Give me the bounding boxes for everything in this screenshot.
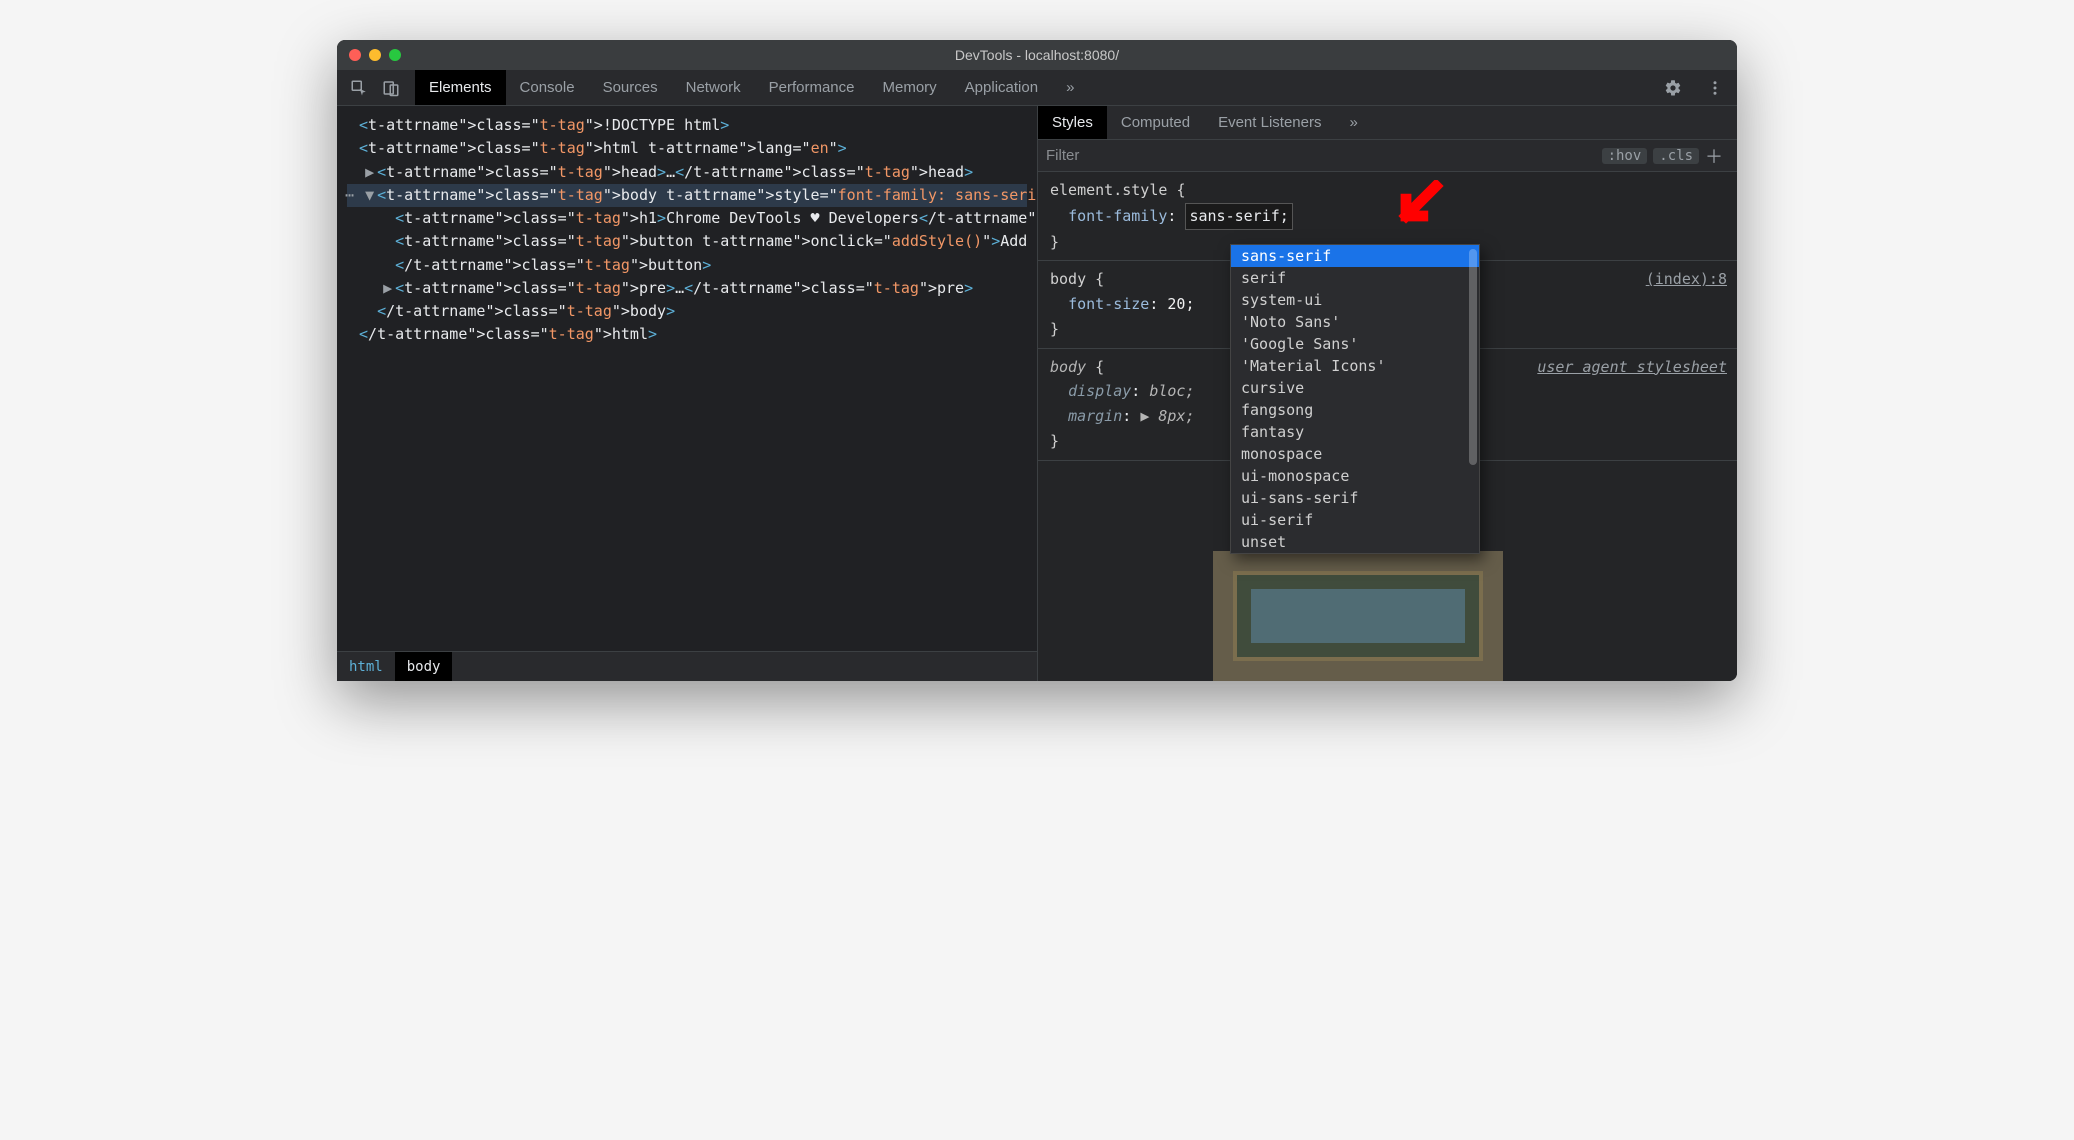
- titlebar: DevTools - localhost:8080/: [337, 40, 1737, 70]
- autocomplete-option[interactable]: cursive: [1231, 377, 1479, 399]
- kebab-menu-icon[interactable]: [1699, 72, 1731, 104]
- autocomplete-option[interactable]: ui-monospace: [1231, 465, 1479, 487]
- autocomplete-option[interactable]: monospace: [1231, 443, 1479, 465]
- autocomplete-option[interactable]: sans-serif: [1231, 245, 1479, 267]
- dom-line[interactable]: </t-attrname">class="t-tag">body>: [347, 300, 1027, 323]
- dom-line[interactable]: <t-attrname">class="t-tag">button t-attr…: [347, 230, 1027, 253]
- autocomplete-option[interactable]: ui-sans-serif: [1231, 487, 1479, 509]
- subtab-event-listeners[interactable]: Event Listeners: [1204, 106, 1335, 139]
- tabs-overflow-icon[interactable]: »: [1052, 70, 1088, 105]
- box-model-preview: [1213, 551, 1503, 681]
- tab-sources[interactable]: Sources: [589, 70, 672, 105]
- tab-application[interactable]: Application: [951, 70, 1052, 105]
- elements-pane: <t-attrname">class="t-tag">!DOCTYPE html…: [337, 106, 1037, 681]
- autocomplete-option[interactable]: ui-serif: [1231, 509, 1479, 531]
- dom-line[interactable]: ▶<t-attrname">class="t-tag">pre>…</t-att…: [347, 277, 1027, 300]
- device-mode-icon[interactable]: [375, 72, 407, 104]
- tab-performance[interactable]: Performance: [755, 70, 869, 105]
- css-value-editor[interactable]: sans-serif;: [1185, 203, 1292, 230]
- autocomplete-option[interactable]: unset: [1231, 531, 1479, 553]
- autocomplete-option[interactable]: serif: [1231, 267, 1479, 289]
- breadcrumbs: htmlbody: [337, 651, 1037, 681]
- inspect-element-icon[interactable]: [343, 72, 375, 104]
- dom-line[interactable]: ▶<t-attrname">class="t-tag">head>…</t-at…: [347, 161, 1027, 184]
- dom-line[interactable]: <t-attrname">class="t-tag">h1>Chrome Dev…: [347, 207, 1027, 230]
- autocomplete-option[interactable]: 'Google Sans': [1231, 333, 1479, 355]
- styles-subtabs: StylesComputedEvent Listeners»: [1038, 106, 1737, 140]
- window-title: DevTools - localhost:8080/: [337, 47, 1737, 63]
- cls-toggle[interactable]: .cls: [1653, 148, 1699, 164]
- settings-gear-icon[interactable]: [1657, 72, 1689, 104]
- dom-line[interactable]: </t-attrname">class="t-tag">button>: [347, 254, 1027, 277]
- autocomplete-option[interactable]: fantasy: [1231, 421, 1479, 443]
- autocomplete-scrollbar[interactable]: [1469, 249, 1477, 465]
- styles-filter-input[interactable]: [1046, 147, 1596, 164]
- tab-network[interactable]: Network: [672, 70, 755, 105]
- new-style-rule-icon[interactable]: ＋: [1699, 143, 1729, 169]
- subtab-computed[interactable]: Computed: [1107, 106, 1204, 139]
- main-tabs: ElementsConsoleSourcesNetworkPerformance…: [415, 70, 1052, 105]
- tab-elements[interactable]: Elements: [415, 70, 506, 105]
- hov-toggle[interactable]: :hov: [1602, 148, 1648, 164]
- dom-line[interactable]: ▼<t-attrname">class="t-tag">body t-attrn…: [347, 184, 1027, 207]
- autocomplete-option[interactable]: 'Material Icons': [1231, 355, 1479, 377]
- tab-memory[interactable]: Memory: [869, 70, 951, 105]
- autocomplete-option[interactable]: system-ui: [1231, 289, 1479, 311]
- devtools-window: DevTools - localhost:8080/ ElementsConso…: [337, 40, 1737, 681]
- styles-pane: StylesComputedEvent Listeners» :hov .cls…: [1037, 106, 1737, 681]
- dom-line[interactable]: <t-attrname">class="t-tag">html t-attrna…: [347, 137, 1027, 160]
- styles-filter-bar: :hov .cls ＋: [1038, 140, 1737, 172]
- dom-line[interactable]: <t-attrname">class="t-tag">!DOCTYPE html…: [347, 114, 1027, 137]
- dom-line[interactable]: </t-attrname">class="t-tag">html>: [347, 323, 1027, 346]
- main-toolbar: ElementsConsoleSourcesNetworkPerformance…: [337, 70, 1737, 106]
- rule-source-link[interactable]: (index):8: [1646, 267, 1727, 292]
- font-family-autocomplete[interactable]: sans-serifserifsystem-ui'Noto Sans''Goog…: [1230, 244, 1480, 554]
- content-split: <t-attrname">class="t-tag">!DOCTYPE html…: [337, 106, 1737, 681]
- subtab-styles[interactable]: Styles: [1038, 106, 1107, 139]
- breadcrumb-body[interactable]: body: [395, 652, 453, 681]
- breadcrumb-html[interactable]: html: [337, 652, 395, 681]
- dom-tree[interactable]: <t-attrname">class="t-tag">!DOCTYPE html…: [337, 106, 1037, 651]
- subtabs-overflow-icon[interactable]: »: [1335, 106, 1371, 139]
- styles-rules: element.style { font-family: sans-serif;…: [1038, 172, 1737, 681]
- autocomplete-option[interactable]: 'Noto Sans': [1231, 311, 1479, 333]
- autocomplete-option[interactable]: fangsong: [1231, 399, 1479, 421]
- tab-console[interactable]: Console: [506, 70, 589, 105]
- rule-source-link[interactable]: user agent stylesheet: [1537, 355, 1727, 380]
